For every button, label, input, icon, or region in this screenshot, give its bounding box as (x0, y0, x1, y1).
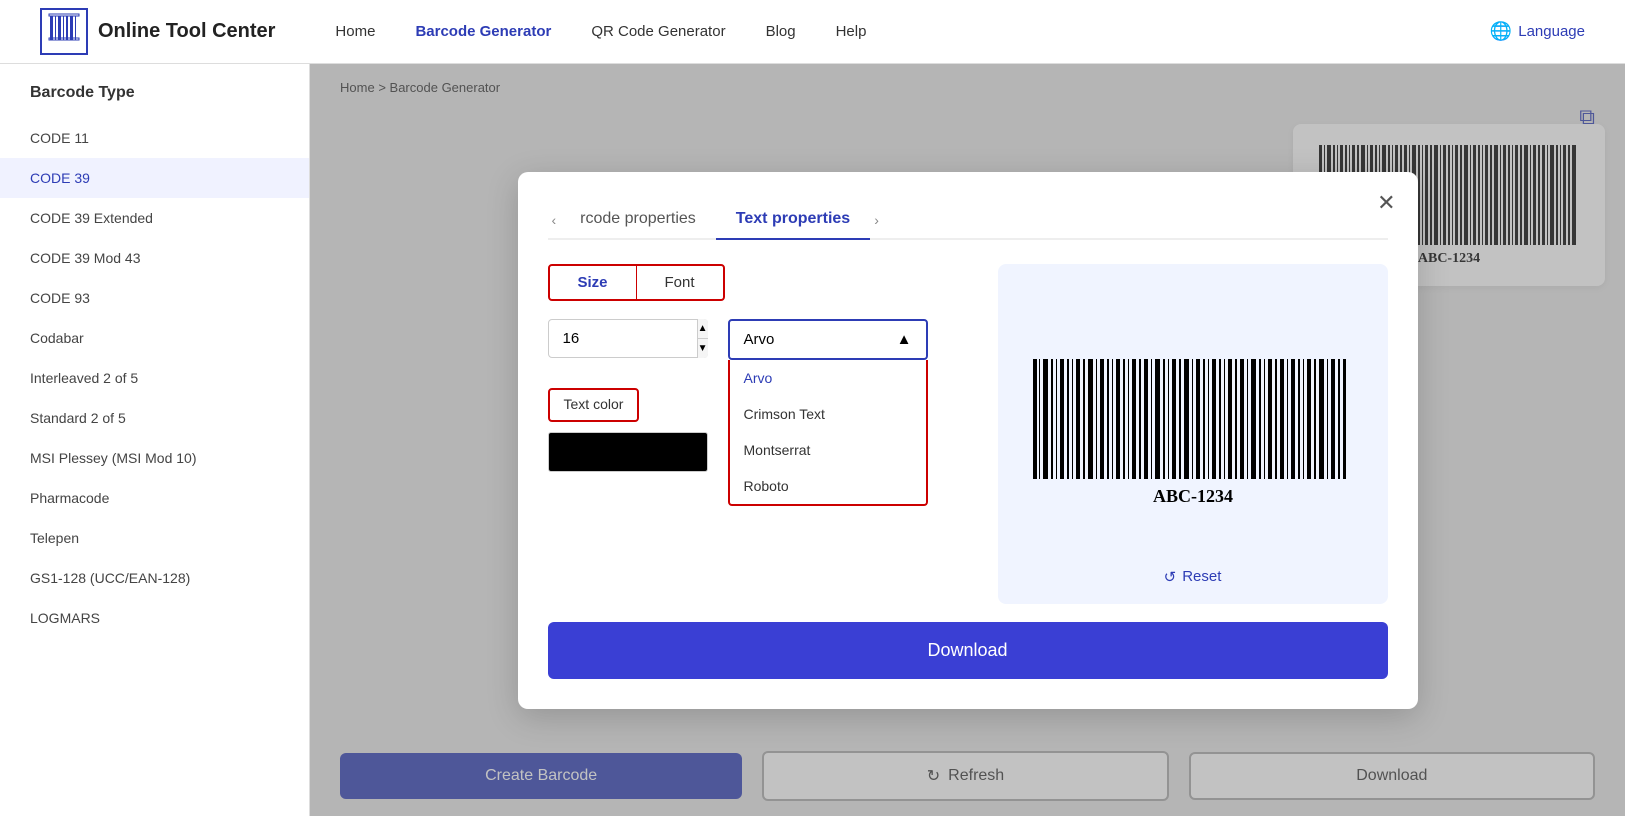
sidebar-item-pharmacode[interactable]: Pharmacode (0, 478, 309, 518)
nav-home[interactable]: Home (335, 23, 375, 40)
reset-icon: ↺ (1164, 568, 1177, 586)
language-button[interactable]: 🌐 Language (1490, 21, 1585, 42)
sidebar-item-code39mod43[interactable]: CODE 39 Mod 43 (0, 238, 309, 278)
sidebar-item-gs1[interactable]: GS1-128 (UCC/EAN-128) (0, 558, 309, 598)
sidebar-title: Barcode Type (0, 84, 309, 118)
logo: Online Tool Center (40, 8, 275, 55)
sidebar-item-code11[interactable]: CODE 11 (0, 118, 309, 158)
header: Online Tool Center Home Barcode Generato… (0, 0, 1625, 64)
tab-text-properties[interactable]: Text properties (716, 202, 870, 240)
size-input[interactable] (548, 319, 708, 358)
font-dropdown-list: Arvo Crimson Text Montserrat Roboto (728, 360, 928, 506)
svg-text:ABC-1234: ABC-1234 (1153, 486, 1233, 506)
sidebar-item-code39[interactable]: CODE 39 (0, 158, 309, 198)
size-font-row: ▲ ▼ Arvo ▲ Arvo (548, 319, 968, 378)
reset-button[interactable]: ↺ Reset (1164, 568, 1222, 586)
font-dropdown-button[interactable]: Arvo ▲ (728, 319, 928, 360)
modal-close-button[interactable]: ✕ (1377, 190, 1395, 216)
sidebar-item-msi[interactable]: MSI Plessey (MSI Mod 10) (0, 438, 309, 478)
barcode-preview-svg: ABC-1234 (1023, 344, 1363, 524)
content-area: Home > Barcode Generator ⧉ (310, 64, 1625, 816)
size-arrows: ▲ ▼ (697, 319, 708, 358)
modal-overlay: ✕ ‹ rcode properties Text properties › S… (310, 64, 1625, 816)
text-color-label-wrap: Text color (548, 388, 640, 422)
logo-icon (40, 8, 88, 55)
size-up-button[interactable]: ▲ (698, 319, 708, 339)
modal-tabs: ‹ rcode properties Text properties › (548, 202, 1388, 240)
sidebar-item-code93[interactable]: CODE 93 (0, 278, 309, 318)
nav-qr-generator[interactable]: QR Code Generator (591, 23, 725, 40)
sidebar-item-logmars[interactable]: LOGMARS (0, 598, 309, 638)
sidebar-item-standard25[interactable]: Standard 2 of 5 (0, 398, 309, 438)
reset-label: Reset (1182, 568, 1221, 585)
logo-text: Online Tool Center (98, 20, 275, 43)
sidebar-item-code39ext[interactable]: CODE 39 Extended (0, 198, 309, 238)
main-container: Barcode Type CODE 11 CODE 39 CODE 39 Ext… (0, 64, 1625, 816)
property-tabs: Size Font (548, 264, 725, 301)
font-option-crimson[interactable]: Crimson Text (730, 396, 926, 432)
font-dropdown-arrow: ▲ (897, 331, 912, 348)
text-color-label: Text color (564, 396, 624, 412)
sidebar-item-codabar[interactable]: Codabar (0, 318, 309, 358)
language-label: Language (1518, 23, 1585, 40)
color-swatch[interactable] (548, 432, 708, 472)
barcode-preview: ABC-1234 ↺ Reset (998, 264, 1388, 604)
sidebar-item-telepen[interactable]: Telepen (0, 518, 309, 558)
font-option-roboto[interactable]: Roboto (730, 468, 926, 504)
modal-body: Size Font ▲ ▼ (548, 264, 1388, 604)
font-option-montserrat[interactable]: Montserrat (730, 432, 926, 468)
modal-left-panel: Size Font ▲ ▼ (548, 264, 968, 604)
modal-download-button[interactable]: Download (548, 622, 1388, 679)
nav-blog[interactable]: Blog (766, 23, 796, 40)
tab-prev-arrow[interactable]: ‹ (548, 204, 561, 236)
font-dropdown-wrap: Arvo ▲ Arvo Crimson Text Montserrat Robo… (728, 319, 928, 360)
tab-next-arrow[interactable]: › (870, 204, 883, 236)
nav-barcode-generator[interactable]: Barcode Generator (415, 23, 551, 40)
size-down-button[interactable]: ▼ (698, 339, 708, 358)
sidebar: Barcode Type CODE 11 CODE 39 CODE 39 Ext… (0, 64, 310, 816)
font-option-arvo[interactable]: Arvo (730, 360, 926, 396)
globe-icon: 🌐 (1490, 21, 1512, 42)
tab-barcode-properties[interactable]: rcode properties (560, 202, 716, 240)
modal: ✕ ‹ rcode properties Text properties › S… (518, 172, 1418, 709)
nav-help[interactable]: Help (836, 23, 867, 40)
font-selected-label: Arvo (744, 331, 775, 348)
prop-tab-size[interactable]: Size (550, 266, 636, 299)
main-nav: Home Barcode Generator QR Code Generator… (335, 23, 1489, 40)
size-input-wrap: ▲ ▼ (548, 319, 708, 358)
prop-tab-font[interactable]: Font (637, 266, 723, 299)
sidebar-item-interleaved[interactable]: Interleaved 2 of 5 (0, 358, 309, 398)
